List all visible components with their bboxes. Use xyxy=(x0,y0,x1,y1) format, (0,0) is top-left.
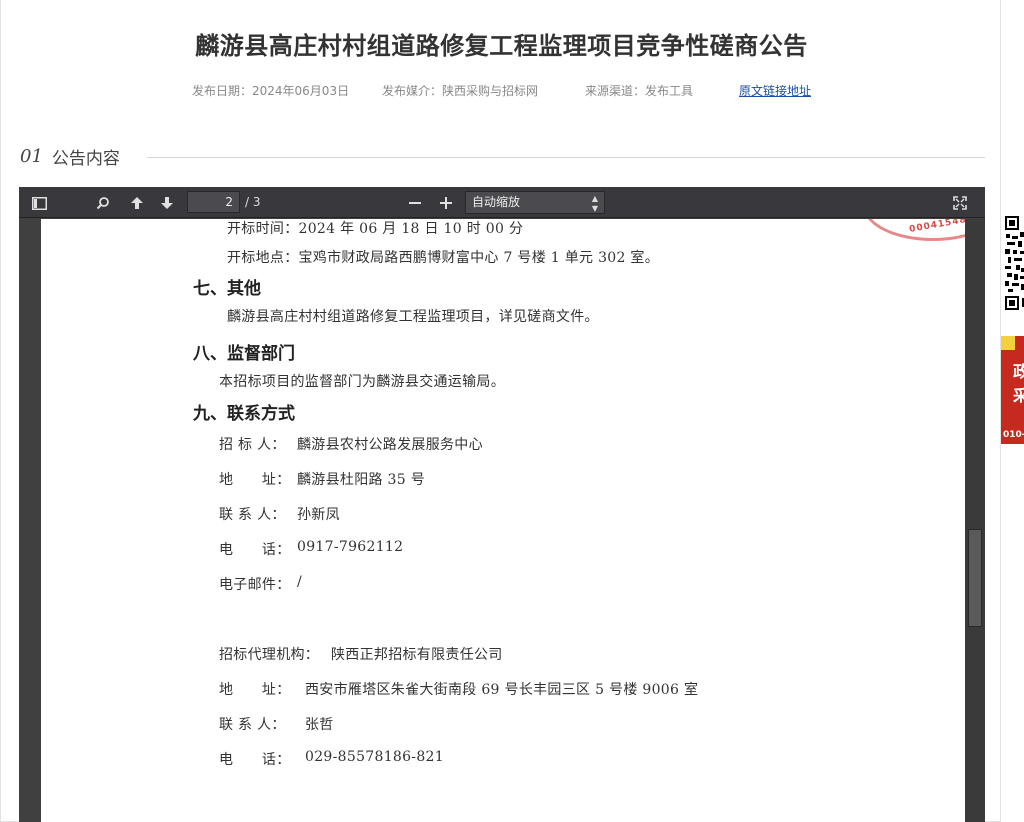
agency-address-label: 地 址： xyxy=(219,682,291,698)
section-number: 01 xyxy=(20,145,43,167)
agency-phone: 029-85578186-821 xyxy=(305,749,444,765)
agency-phone-label: 电 话： xyxy=(219,752,291,768)
pdf-scroll-thumb[interactable] xyxy=(968,529,982,627)
zoom-select-value: 自动缩放 xyxy=(472,195,521,209)
ad-text: 政采 xyxy=(1013,362,1024,405)
tenderer-email: / xyxy=(297,574,303,590)
section-7-body: 麟游县高庄村村组道路修复工程监理项目，详见磋商文件。 xyxy=(227,309,599,325)
tenderer-phone: 0917-7962112 xyxy=(297,539,404,555)
tenderer-email-label: 电子邮件： xyxy=(219,577,291,593)
pdf-viewer: 2 / 3 自动缩放 ▲ ▼ 00041548 开标时间：2024 年 06 月 … xyxy=(19,187,985,822)
publish-date: 发布日期：2024年06月03日 xyxy=(192,84,350,98)
open-time: 开标时间：2024 年 06 月 18 日 10 时 00 分 xyxy=(227,221,524,237)
agency-contact: 张哲 xyxy=(305,717,334,733)
pdf-page-2: 00041548 开标时间：2024 年 06 月 18 日 10 时 00 分… xyxy=(41,219,965,822)
side-ad-banner[interactable]: 政采 010- xyxy=(1001,336,1024,444)
pdf-scrollbar[interactable] xyxy=(965,219,985,822)
previous-page-button[interactable] xyxy=(126,192,148,214)
ad-phone: 010- xyxy=(1003,430,1024,440)
tenderer-contact: 孙新凤 xyxy=(297,507,340,523)
zoom-out-button[interactable] xyxy=(404,192,426,214)
article-card: 麟游县高庄村村组道路修复工程监理项目竞争性磋商公告 发布日期：2024年06月0… xyxy=(0,0,1001,822)
agency-contact-label: 联 系 人： xyxy=(219,717,286,733)
original-link-container: 原文链接地址 xyxy=(739,82,811,99)
section-header: 01 公告内容 xyxy=(20,143,120,169)
qr-code-icon xyxy=(1004,214,1024,312)
previous-page-icon xyxy=(131,197,143,209)
publish-media: 发布媒介：陕西采购与招标网 xyxy=(382,84,539,98)
pdf-toolbar: 2 / 3 自动缩放 ▲ ▼ xyxy=(19,187,985,218)
agency-name-label: 招标代理机构： xyxy=(219,647,320,663)
zoom-out-icon xyxy=(409,202,421,204)
source-channel: 来源渠道：发布工具 xyxy=(585,84,694,98)
section-divider xyxy=(147,157,985,158)
page-number-input[interactable]: 2 xyxy=(187,191,240,213)
section-7-title: 七、其他 xyxy=(193,279,261,299)
fullscreen-icon xyxy=(953,196,967,210)
zoom-in-button[interactable] xyxy=(435,192,457,214)
sidebar-toggle-button[interactable] xyxy=(28,192,50,214)
section-8-title: 八、监督部门 xyxy=(193,344,295,364)
open-place: 开标地点：宝鸡市财政局路西鹏博财富中心 7 号楼 1 单元 302 室。 xyxy=(227,250,660,266)
tenderer-address-label: 地 址： xyxy=(219,472,291,488)
sidebar-toggle-icon xyxy=(31,196,47,210)
article-title: 麟游县高庄村村组道路修复工程监理项目竞争性磋商公告 xyxy=(195,32,808,60)
page-total: / 3 xyxy=(245,195,261,209)
tenderer-phone-label: 电 话： xyxy=(219,542,291,558)
section-9-title: 九、联系方式 xyxy=(193,404,295,424)
search-icon xyxy=(96,197,109,210)
find-button[interactable] xyxy=(92,192,114,214)
tenderer-contact-label: 联 系 人： xyxy=(219,507,286,523)
agency-address: 西安市雁塔区朱雀大街南段 69 号长丰园三区 5 号楼 9006 室 xyxy=(305,682,699,698)
tenderer-name: 麟游县农村公路发展服务中心 xyxy=(297,437,483,453)
select-arrows-icon: ▲ ▼ xyxy=(591,194,598,213)
section-title: 公告内容 xyxy=(51,148,120,169)
tenderer-name-label: 招 标 人： xyxy=(219,437,286,453)
agency-name: 陕西正邦招标有限责任公司 xyxy=(331,647,503,663)
next-page-button[interactable] xyxy=(156,192,178,214)
original-link[interactable]: 原文链接地址 xyxy=(739,84,811,98)
fullscreen-button[interactable] xyxy=(949,192,971,214)
section-8-body: 本招标项目的监督部门为麟游县交通运输局。 xyxy=(219,374,505,390)
ad-badge xyxy=(1001,336,1015,350)
zoom-select[interactable]: 自动缩放 ▲ ▼ xyxy=(465,191,605,214)
next-page-icon xyxy=(161,197,173,209)
zoom-in-icon xyxy=(440,197,452,209)
tenderer-address: 麟游县杜阳路 35 号 xyxy=(297,472,426,488)
